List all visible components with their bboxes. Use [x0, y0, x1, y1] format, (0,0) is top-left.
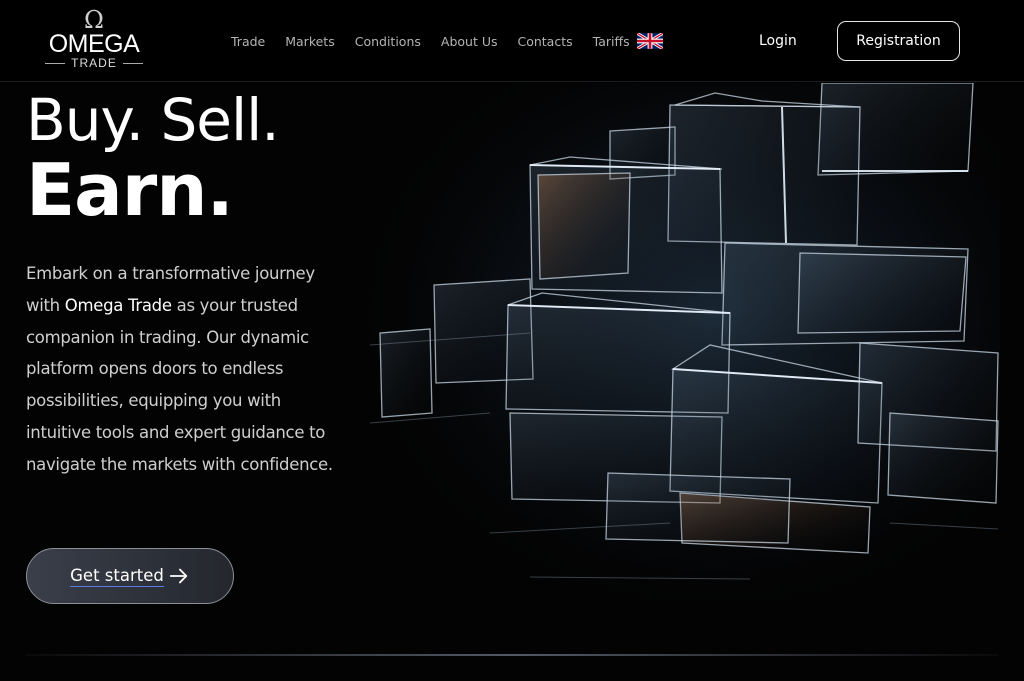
- description-end: as your trusted companion in trading. Ou…: [26, 295, 333, 474]
- hero-title-line1: Buy. Sell.: [26, 86, 280, 154]
- nav-contacts[interactable]: Contacts: [517, 34, 572, 49]
- nav-tariffs[interactable]: Tariffs: [593, 34, 630, 49]
- section-divider: [26, 654, 998, 656]
- login-link[interactable]: Login: [759, 33, 797, 49]
- omega-symbol-icon: Ω: [84, 6, 104, 34]
- nav-markets[interactable]: Markets: [285, 34, 334, 49]
- arrow-right-icon: [169, 568, 188, 584]
- logo-sub: TRADE: [42, 57, 146, 70]
- nav-conditions[interactable]: Conditions: [355, 34, 421, 49]
- main-nav: Trade Markets Conditions About Us Contac…: [231, 33, 663, 49]
- nav-about-us[interactable]: About Us: [441, 34, 498, 49]
- logo-name: OMEGA: [48, 30, 140, 58]
- brand-name: Omega Trade: [64, 295, 172, 315]
- uk-flag-icon[interactable]: [636, 33, 663, 49]
- get-started-button[interactable]: Get started: [26, 548, 234, 604]
- omega-trade-logo[interactable]: Ω OMEGA TRADE: [42, 6, 146, 73]
- hero-description: Embark on a transformative journey with …: [26, 258, 346, 481]
- registration-button[interactable]: Registration: [837, 21, 960, 61]
- site-header: Ω OMEGA TRADE Trade Markets Conditions A…: [0, 0, 1024, 82]
- nav-trade[interactable]: Trade: [231, 34, 265, 49]
- get-started-label: Get started: [70, 565, 164, 587]
- hero-title-line2: Earn.: [26, 148, 234, 232]
- glass-cubes-illustration: [370, 83, 1000, 603]
